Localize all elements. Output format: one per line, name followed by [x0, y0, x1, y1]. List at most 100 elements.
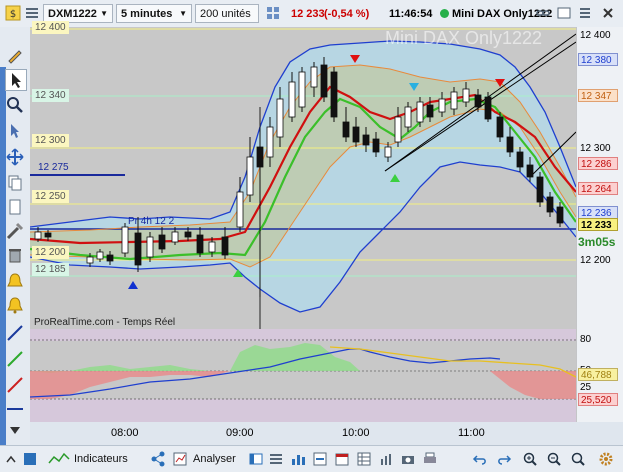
candle-body	[342, 121, 350, 138]
grid-icon[interactable]	[265, 5, 281, 21]
list-icon[interactable]	[24, 5, 40, 21]
document-icon[interactable]	[5, 197, 25, 217]
price-change: (-0,54 %)	[324, 8, 370, 20]
time-axis[interactable]: 08:00 09:00 10:00 11:00	[30, 422, 576, 445]
copy-icon[interactable]	[5, 173, 25, 193]
timeframe-selector[interactable]: 5 minutes ▼	[116, 4, 192, 23]
zoom-in-icon[interactable]	[522, 451, 538, 467]
indicators-button[interactable]: Indicateurs	[48, 451, 128, 467]
scroll-down-icon[interactable]	[5, 423, 25, 437]
analyse-button[interactable]: Analyser	[172, 451, 236, 467]
candle-body	[416, 101, 424, 123]
trash-icon[interactable]	[5, 245, 25, 265]
current-price: 12 233	[291, 8, 325, 20]
bell-icon[interactable]	[5, 295, 25, 315]
candle-body	[450, 91, 458, 110]
candle-body	[121, 226, 129, 254]
layout-icon[interactable]	[248, 451, 264, 467]
axis-price-12286: 12 286	[578, 157, 618, 170]
axis-price-12400: 12 400	[580, 30, 611, 41]
zoom-reset-icon[interactable]	[570, 451, 586, 467]
price-chart[interactable]: Mini DAX Only1222 ProRealTime.com - Temp…	[29, 21, 577, 422]
branding-label: ProRealTime.com - Temps Réel	[34, 317, 176, 328]
candle-body	[34, 231, 42, 240]
scanner-icon[interactable]	[312, 451, 328, 467]
table-icon[interactable]	[356, 451, 372, 467]
indicator-list-icon[interactable]	[268, 451, 284, 467]
axis-price-12200: 12 200	[580, 255, 611, 266]
candle-body	[266, 126, 274, 158]
live-status-icon	[440, 9, 449, 18]
calendar-icon[interactable]	[334, 451, 350, 467]
drawing-toolbar	[0, 27, 31, 447]
time-label-0900: 09:00	[226, 427, 254, 439]
chevron-down-icon: ▼	[100, 9, 108, 18]
clock-time: 11:46:54	[389, 8, 433, 20]
link-icon[interactable]	[535, 5, 551, 21]
level-label-12185: 12 185	[32, 263, 69, 276]
candle-body	[134, 232, 142, 266]
candle-body	[496, 116, 504, 138]
candle-body	[44, 232, 52, 238]
candle-body	[362, 134, 370, 146]
candle-body	[86, 256, 94, 264]
camera-icon[interactable]	[400, 451, 416, 467]
axis-price-12380: 12 380	[578, 53, 618, 66]
analyse-label: Analyser	[193, 453, 236, 465]
candle-body	[246, 156, 254, 196]
share-icon[interactable]	[150, 451, 166, 467]
chart-type-icon[interactable]	[22, 451, 38, 467]
redo-icon[interactable]	[496, 451, 512, 467]
candle-body	[96, 251, 104, 260]
candle-body	[146, 236, 154, 258]
settings-gear-icon[interactable]	[598, 451, 614, 467]
axis-price-12300: 12 300	[580, 143, 611, 154]
candle-body	[171, 231, 179, 243]
bar-chart-icon[interactable]	[290, 451, 306, 467]
volume-icon[interactable]	[378, 451, 394, 467]
trendline-tool-icon[interactable]	[5, 323, 25, 343]
candle-body	[438, 98, 446, 113]
cursor-icon[interactable]	[5, 69, 27, 91]
candle-body	[208, 241, 216, 253]
osc-axis-46788: 46,788	[578, 368, 618, 381]
candle-body	[236, 191, 244, 228]
tools-icon[interactable]	[5, 221, 25, 241]
pointer-icon[interactable]	[5, 121, 25, 141]
candle-body	[298, 71, 306, 108]
osc-axis-25520: 25,520	[578, 393, 618, 406]
candle-body	[536, 176, 544, 203]
annotation-label: Pr 4h 12 2	[128, 216, 175, 227]
candle-body	[426, 104, 434, 118]
pencil-icon[interactable]	[5, 45, 25, 65]
menu-icon[interactable]	[577, 5, 593, 21]
candle-body	[484, 96, 492, 120]
zoom-icon[interactable]	[5, 95, 25, 115]
collapse-icon[interactable]	[4, 451, 18, 467]
instrument-name: DXM1222	[48, 7, 97, 20]
candle-body	[516, 151, 524, 168]
time-label-1000: 10:00	[342, 427, 370, 439]
red-line-tool-icon[interactable]	[5, 375, 25, 395]
svg-text:$: $	[10, 9, 16, 20]
alert-bell-icon[interactable]	[5, 271, 25, 291]
units-selector[interactable]: 200 unités	[195, 4, 259, 23]
axis-price-12347: 12 347	[578, 89, 618, 102]
candle-body	[276, 98, 284, 138]
horizontal-line-tool-icon[interactable]	[5, 399, 25, 419]
window-icon[interactable]	[556, 5, 572, 21]
close-icon[interactable]	[600, 5, 616, 21]
instrument-logo-icon[interactable]: $	[5, 5, 21, 21]
level-label-12275: 12 275	[38, 162, 69, 173]
undo-icon[interactable]	[472, 451, 488, 467]
chart-canvas[interactable]	[29, 27, 577, 422]
print-icon[interactable]	[422, 451, 438, 467]
candle-body	[546, 196, 554, 213]
axis-price-12233: 12 233	[578, 218, 618, 231]
green-line-tool-icon[interactable]	[5, 349, 25, 369]
move-icon[interactable]	[5, 147, 25, 167]
candle-body	[474, 94, 482, 108]
zoom-out-icon[interactable]	[546, 451, 562, 467]
candle-body	[288, 81, 296, 118]
candle-body	[158, 234, 166, 250]
